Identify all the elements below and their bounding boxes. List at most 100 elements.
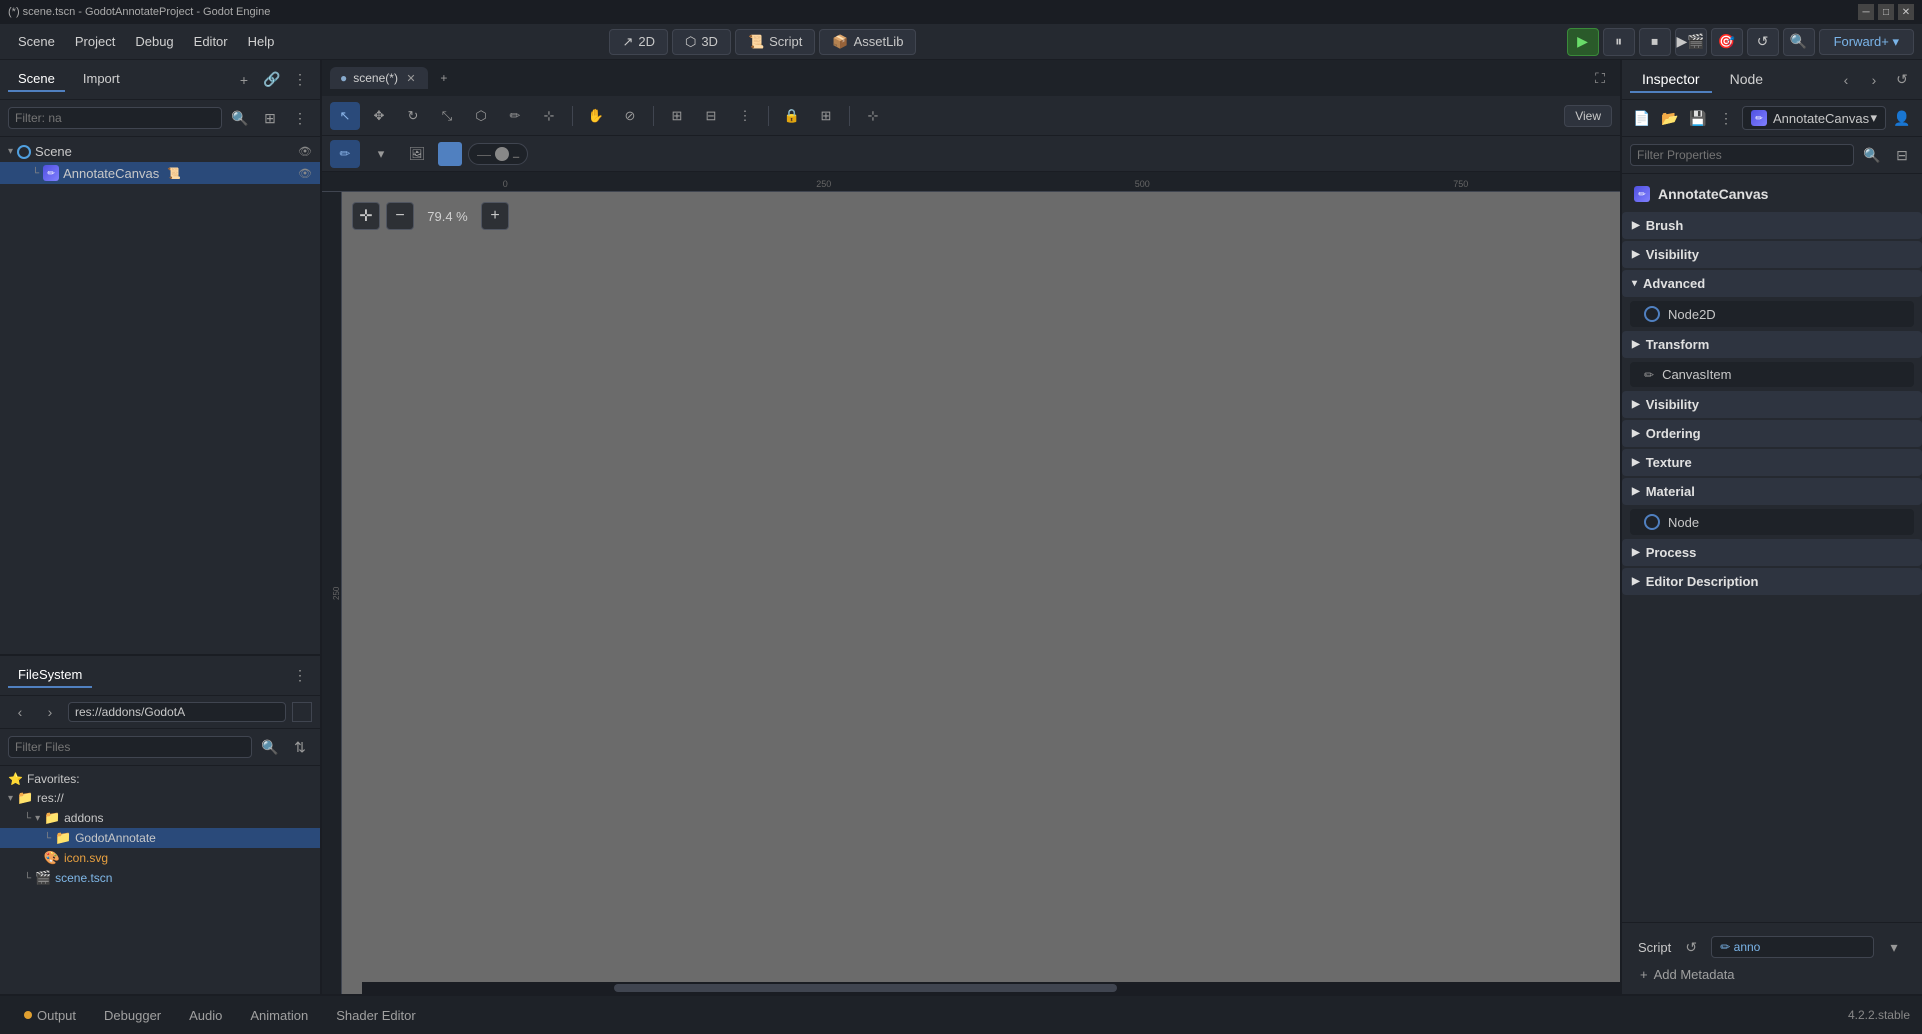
zoom-in-button[interactable]: + bbox=[481, 202, 509, 230]
crop-tool-button[interactable]: ⊹ bbox=[534, 102, 564, 130]
scene-options-button[interactable]: ⋮ bbox=[288, 68, 312, 92]
section-texture[interactable]: ▶ Texture bbox=[1622, 449, 1922, 476]
visibility-icon[interactable]: 👁 bbox=[298, 145, 312, 158]
new-resource-button[interactable]: 📄 bbox=[1630, 106, 1654, 130]
reload-script-button[interactable]: ↺ bbox=[1679, 935, 1703, 959]
section-visibility-2[interactable]: ▶ Visibility bbox=[1622, 391, 1922, 418]
scene-filter-options-icon[interactable]: ⊞ bbox=[258, 106, 282, 130]
menu-project[interactable]: Project bbox=[65, 30, 125, 53]
scene-more-options-button[interactable]: ⋮ bbox=[288, 106, 312, 130]
tab-inspector[interactable]: Inspector bbox=[1630, 67, 1712, 93]
canvas-scrollbar-h[interactable] bbox=[362, 982, 1620, 994]
fullscreen-icon[interactable]: ⛶ bbox=[1588, 66, 1612, 90]
menu-scene[interactable]: Scene bbox=[8, 30, 65, 53]
link-node-button[interactable]: 🔗 bbox=[260, 68, 284, 92]
group-button[interactable]: ⊞ bbox=[811, 102, 841, 130]
profiler-button[interactable]: 🔍 bbox=[1783, 28, 1815, 56]
canvas-item-chip[interactable]: ✏ CanvasItem bbox=[1630, 362, 1914, 387]
menu-help[interactable]: Help bbox=[238, 30, 285, 53]
section-transform[interactable]: ▶ Transform bbox=[1622, 331, 1922, 358]
play-scene-button[interactable]: ▶🎬 bbox=[1675, 28, 1707, 56]
rotate-tool-button[interactable]: ↻ bbox=[398, 102, 428, 130]
add-metadata-button[interactable]: + Add Metadata bbox=[1630, 963, 1914, 986]
tree-item-annotate-canvas[interactable]: └ ✏ AnnotateCanvas 📜 👁 bbox=[0, 162, 320, 184]
fs-item-icon-svg[interactable]: 🎨 icon.svg bbox=[0, 848, 320, 868]
view-menu-button[interactable]: View bbox=[1564, 105, 1612, 127]
stop-button[interactable]: ⏹ bbox=[1639, 28, 1671, 56]
color-picker-button[interactable] bbox=[438, 142, 462, 166]
lock-button[interactable]: 🔒 bbox=[777, 102, 807, 130]
fs-path-display[interactable]: res://addons/GodotA bbox=[68, 702, 286, 722]
section-process[interactable]: ▶ Process bbox=[1622, 539, 1922, 566]
filter-search-icon[interactable]: 🔍 bbox=[1860, 143, 1884, 167]
load-resource-button[interactable]: 📂 bbox=[1658, 106, 1682, 130]
script-selector-dropdown[interactable]: ✏ anno bbox=[1711, 936, 1874, 958]
canvas-viewport[interactable]: ✛ − 79.4 % + bbox=[342, 192, 1620, 994]
node-selector-dropdown[interactable]: ✏ AnnotateCanvas ▾ bbox=[1742, 106, 1886, 130]
section-brush[interactable]: ▶ Brush bbox=[1622, 212, 1922, 239]
fs-item-res[interactable]: ▾ 📁 res:// bbox=[0, 788, 320, 808]
menu-debug[interactable]: Debug bbox=[125, 30, 183, 53]
zoom-tool-button[interactable]: ⊘ bbox=[615, 102, 645, 130]
pan-tool-button[interactable]: ✋ bbox=[581, 102, 611, 130]
fs-search-icon[interactable]: 🔍 bbox=[258, 735, 282, 759]
mode-3d-button[interactable]: ⬡ 3D bbox=[672, 29, 731, 55]
mode-2d-button[interactable]: ↗ 2D bbox=[609, 29, 668, 55]
skeleton-tool-button[interactable]: ⊹ bbox=[858, 102, 888, 130]
filter-properties-input[interactable] bbox=[1630, 144, 1854, 166]
fs-filter-input[interactable] bbox=[8, 736, 252, 758]
node-chip[interactable]: Node bbox=[1630, 509, 1914, 535]
section-visibility-1[interactable]: ▶ Visibility bbox=[1622, 241, 1922, 268]
section-ordering[interactable]: ▶ Ordering bbox=[1622, 420, 1922, 447]
inspector-search-node-button[interactable]: 👤 bbox=[1890, 106, 1914, 130]
inspector-forward-button[interactable]: › bbox=[1862, 68, 1886, 92]
section-advanced[interactable]: ▾ Advanced bbox=[1622, 270, 1922, 297]
play-previous-button[interactable]: ↺ bbox=[1747, 28, 1779, 56]
renderer-forward-button[interactable]: Forward+ ▾ bbox=[1819, 29, 1914, 55]
brush-tool-button[interactable]: ✏ bbox=[500, 102, 530, 130]
fs-back-button[interactable]: ‹ bbox=[8, 700, 32, 724]
add-tab-button[interactable]: + bbox=[432, 66, 456, 90]
play-custom-button[interactable]: 🎯 bbox=[1711, 28, 1743, 56]
minimize-button[interactable]: ─ bbox=[1858, 4, 1874, 20]
tab-node[interactable]: Node bbox=[1718, 67, 1775, 93]
menu-editor[interactable]: Editor bbox=[184, 30, 238, 53]
fullscreen-btn[interactable]: ⛶ bbox=[1588, 66, 1612, 90]
move-tool-button[interactable]: ✥ bbox=[364, 102, 394, 130]
fit-canvas-button[interactable]: ✛ bbox=[352, 202, 380, 230]
attach-script-icon[interactable]: 📜 bbox=[167, 167, 181, 180]
bottom-tab-output[interactable]: Output bbox=[12, 1004, 88, 1027]
scene-tab-close[interactable]: ✕ bbox=[404, 71, 418, 85]
play-button[interactable]: ▶ bbox=[1567, 28, 1599, 56]
select-tool-button[interactable]: ↖ bbox=[330, 102, 360, 130]
bottom-tab-debugger[interactable]: Debugger bbox=[92, 1004, 173, 1027]
fs-item-godotannotate[interactable]: └ 📁 GodotAnnotate bbox=[0, 828, 320, 848]
bottom-tab-animation[interactable]: Animation bbox=[238, 1004, 320, 1027]
tree-item-scene-root[interactable]: ▾ Scene 👁 bbox=[0, 141, 320, 162]
zoom-out-button[interactable]: − bbox=[386, 202, 414, 230]
scene-filter-input[interactable] bbox=[8, 107, 222, 129]
filter-options-icon[interactable]: ⊟ bbox=[1890, 143, 1914, 167]
mode-script-button[interactable]: 📜 Script bbox=[735, 29, 815, 55]
bottom-tab-audio[interactable]: Audio bbox=[177, 1004, 234, 1027]
add-node-button[interactable]: + bbox=[232, 68, 256, 92]
fs-item-scene-tscn[interactable]: └ 🎬 scene.tscn bbox=[0, 868, 320, 888]
maximize-button[interactable]: □ bbox=[1878, 4, 1894, 20]
inspector-options-button[interactable]: ⋮ bbox=[1714, 106, 1738, 130]
fs-sort-icon[interactable]: ⇅ bbox=[288, 735, 312, 759]
size-minus-icon[interactable]: — bbox=[477, 146, 491, 162]
save-resource-button[interactable]: 💾 bbox=[1686, 106, 1710, 130]
fs-item-favorites[interactable]: ⭐ Favorites: bbox=[0, 770, 320, 788]
tab-import[interactable]: Import bbox=[73, 67, 130, 92]
annotate-pencil-btn[interactable]: ✏ bbox=[330, 140, 360, 168]
fs-forward-button[interactable]: › bbox=[38, 700, 62, 724]
tab-filesystem[interactable]: FileSystem bbox=[8, 663, 92, 688]
tab-scene[interactable]: Scene bbox=[8, 67, 65, 92]
inspector-history-button[interactable]: ↺ bbox=[1890, 68, 1914, 92]
pause-button[interactable]: ⏸ bbox=[1603, 28, 1635, 56]
transform-tool-button[interactable]: ⬡ bbox=[466, 102, 496, 130]
scale-tool-button[interactable]: ⤡ bbox=[432, 102, 462, 130]
scene-filter-search-icon[interactable]: 🔍 bbox=[228, 106, 252, 130]
editor-tab-scene[interactable]: ● scene(*) ✕ bbox=[330, 67, 428, 89]
grid-options-button[interactable]: ⊟ bbox=[696, 102, 726, 130]
